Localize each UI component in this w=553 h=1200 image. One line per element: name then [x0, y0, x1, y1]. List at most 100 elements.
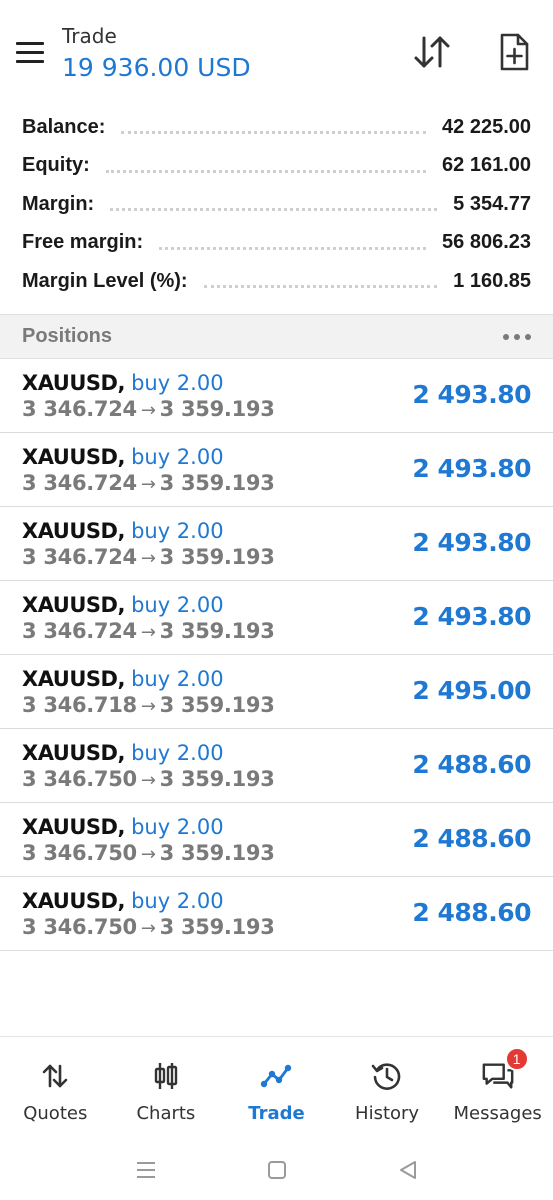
- position-type: buy 2.00: [131, 593, 224, 617]
- quotes-icon: [38, 1059, 72, 1093]
- nav-history[interactable]: History: [332, 1037, 443, 1136]
- position-prices: 3 346.724 → 3 359.193: [22, 619, 275, 643]
- nav-quotes[interactable]: Quotes: [0, 1037, 111, 1136]
- open-price: 3 346.724: [22, 471, 137, 495]
- balance-row: Balance: 42 225.00: [0, 108, 553, 147]
- open-price: 3 346.750: [22, 915, 137, 939]
- position-prices: 3 346.750 → 3 359.193: [22, 841, 275, 865]
- position-title: XAUUSD, buy 2.00: [22, 740, 224, 766]
- history-icon: [370, 1059, 404, 1093]
- menu-icon[interactable]: [12, 34, 48, 70]
- position-row[interactable]: XAUUSD, buy 2.00 3 346.724 → 3 359.193 2 4…: [0, 507, 553, 581]
- margin-row: Margin: 5 354.77: [0, 185, 553, 224]
- position-row[interactable]: XAUUSD, buy 2.00 3 346.750 → 3 359.193 2 4…: [0, 877, 553, 951]
- position-type: buy 2.00: [131, 741, 224, 765]
- system-nav-bar: [0, 1140, 553, 1200]
- equity-label: Equity:: [22, 154, 100, 178]
- position-type: buy 2.00: [131, 445, 224, 469]
- open-price: 3 346.724: [22, 619, 137, 643]
- position-symbol: XAUUSD,: [22, 667, 125, 691]
- arrow-right-icon: →: [140, 696, 156, 717]
- home-icon[interactable]: [257, 1150, 297, 1190]
- back-icon[interactable]: [388, 1150, 428, 1190]
- current-price: 3 359.193: [159, 915, 275, 939]
- arrow-right-icon: →: [140, 622, 156, 643]
- position-title: XAUUSD, buy 2.00: [22, 814, 224, 840]
- nav-trade[interactable]: Trade: [221, 1037, 332, 1136]
- position-row[interactable]: XAUUSD, buy 2.00 3 346.724 → 3 359.193 2 4…: [0, 359, 553, 433]
- messages-badge: 1: [504, 1047, 529, 1071]
- position-row[interactable]: XAUUSD, buy 2.00 3 346.718 → 3 359.193 2 4…: [0, 655, 553, 729]
- current-price: 3 359.193: [159, 397, 275, 421]
- position-row[interactable]: XAUUSD, buy 2.00 3 346.724 → 3 359.193 2 4…: [0, 433, 553, 507]
- position-title: XAUUSD, buy 2.00: [22, 666, 224, 692]
- position-row[interactable]: XAUUSD, buy 2.00 3 346.750 → 3 359.193 2 4…: [0, 803, 553, 877]
- equity-row: Equity: 62 161.00: [0, 147, 553, 186]
- free-margin-label: Free margin:: [22, 231, 154, 255]
- trade-icon: [259, 1059, 293, 1093]
- margin-label: Margin:: [22, 192, 105, 216]
- arrow-right-icon: →: [140, 844, 156, 865]
- nav-messages[interactable]: 1 Messages: [442, 1037, 553, 1136]
- new-order-icon[interactable]: [494, 32, 534, 72]
- nav-label: Charts: [136, 1103, 196, 1124]
- nav-charts[interactable]: Charts: [111, 1037, 222, 1136]
- position-prices: 3 346.724 → 3 359.193: [22, 471, 275, 495]
- charts-icon: [149, 1059, 183, 1093]
- position-profit: 2 488.60: [412, 750, 531, 779]
- open-price: 3 346.718: [22, 693, 137, 717]
- position-symbol: XAUUSD,: [22, 889, 125, 913]
- account-summary: Balance: 42 225.00 Equity: 62 161.00 Mar…: [0, 108, 553, 301]
- position-symbol: XAUUSD,: [22, 593, 125, 617]
- position-profit: 2 493.80: [412, 454, 531, 483]
- position-type: buy 2.00: [131, 519, 224, 543]
- current-price: 3 359.193: [159, 619, 275, 643]
- position-symbol: XAUUSD,: [22, 519, 125, 543]
- position-symbol: XAUUSD,: [22, 445, 125, 469]
- position-title: XAUUSD, buy 2.00: [22, 370, 224, 396]
- position-prices: 3 346.724 → 3 359.193: [22, 545, 275, 569]
- position-title: XAUUSD, buy 2.00: [22, 592, 224, 618]
- current-price: 3 359.193: [159, 693, 275, 717]
- position-prices: 3 346.750 → 3 359.193: [22, 767, 275, 791]
- position-row[interactable]: XAUUSD, buy 2.00 3 346.724 → 3 359.193 2 4…: [0, 581, 553, 655]
- margin-level-label: Margin Level (%):: [22, 269, 198, 293]
- sort-icon[interactable]: [410, 32, 454, 72]
- nav-label: Quotes: [23, 1103, 88, 1124]
- arrow-right-icon: →: [140, 918, 156, 939]
- arrow-right-icon: →: [140, 770, 156, 791]
- position-type: buy 2.00: [131, 371, 224, 395]
- position-symbol: XAUUSD,: [22, 815, 125, 839]
- free-margin-row: Free margin: 56 806.23: [0, 224, 553, 263]
- positions-header: Positions: [0, 314, 553, 359]
- account-profit: 19 936.00 USD: [62, 53, 251, 82]
- recents-icon[interactable]: [126, 1150, 166, 1190]
- open-price: 3 346.724: [22, 397, 137, 421]
- position-row[interactable]: XAUUSD, buy 2.00 3 346.750 → 3 359.193 2 4…: [0, 729, 553, 803]
- position-prices: 3 346.724 → 3 359.193: [22, 397, 275, 421]
- position-profit: 2 493.80: [412, 528, 531, 557]
- dotted-leader: [110, 191, 438, 212]
- open-price: 3 346.750: [22, 841, 137, 865]
- arrow-right-icon: →: [140, 400, 156, 421]
- margin-level-value: 1 160.85: [453, 269, 531, 292]
- position-title: XAUUSD, buy 2.00: [22, 888, 224, 914]
- page-title: Trade: [62, 24, 117, 48]
- messages-icon: 1: [481, 1047, 529, 1093]
- position-prices: 3 346.718 → 3 359.193: [22, 693, 275, 717]
- nav-label: Messages: [453, 1103, 542, 1124]
- dotted-leader: [121, 114, 427, 135]
- position-prices: 3 346.750 → 3 359.193: [22, 915, 275, 939]
- position-profit: 2 495.00: [412, 676, 531, 705]
- margin-level-row: Margin Level (%): 1 160.85: [0, 262, 553, 301]
- positions-list: XAUUSD, buy 2.00 3 346.724 → 3 359.193 2 4…: [0, 359, 553, 951]
- dotted-leader: [105, 153, 427, 173]
- equity-value: 62 161.00: [442, 154, 531, 177]
- position-profit: 2 488.60: [412, 898, 531, 927]
- more-options-icon[interactable]: [503, 333, 531, 340]
- balance-value: 42 225.00: [442, 115, 531, 138]
- position-type: buy 2.00: [131, 667, 224, 691]
- position-title: XAUUSD, buy 2.00: [22, 518, 224, 544]
- dotted-leader: [203, 268, 438, 289]
- current-price: 3 359.193: [159, 545, 275, 569]
